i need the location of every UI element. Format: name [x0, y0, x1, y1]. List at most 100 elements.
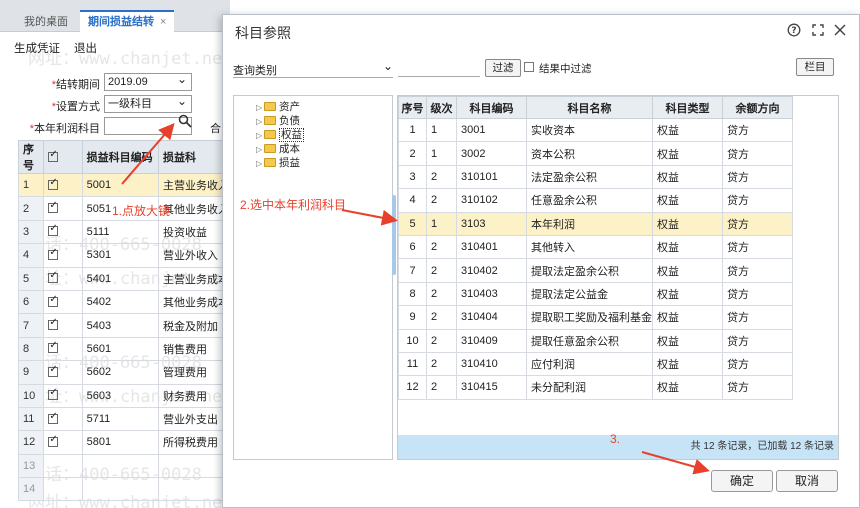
dialog-header: 科目参照 ? [223, 15, 859, 47]
close-icon[interactable] [833, 23, 847, 37]
period-select[interactable]: 2019.09 [104, 71, 192, 91]
row-checkbox[interactable] [43, 383, 83, 408]
checkbox-icon[interactable] [48, 270, 59, 284]
row-checkbox[interactable] [43, 313, 83, 338]
search-icon[interactable] [178, 114, 192, 128]
checkbox-icon[interactable] [48, 387, 59, 401]
checkbox-icon[interactable] [48, 149, 59, 162]
table-row[interactable]: 7 5403税金及附加 [17, 313, 231, 338]
row-checkbox[interactable] [43, 196, 83, 221]
table-row[interactable]: 3 2 310101 法定盈余公积 权益 贷方 [398, 164, 793, 190]
maximize-icon[interactable] [811, 23, 825, 37]
table-row[interactable]: 11 5711营业外支出 [17, 406, 231, 432]
table-row[interactable]: 9 5602管理费用 [17, 360, 231, 385]
checkbox-icon[interactable] [48, 200, 59, 214]
chevron-down-icon[interactable]: ⌄ [383, 59, 393, 73]
table-row[interactable]: 2 1 3002 资本公积 权益 贷方 [398, 141, 793, 166]
col-header-checkbox[interactable] [43, 140, 83, 174]
row-checkbox[interactable] [43, 430, 83, 455]
checkbox-icon[interactable] [48, 223, 59, 237]
account-type: 权益 [652, 281, 723, 307]
row-number: 12 [398, 375, 427, 400]
splitter-handle[interactable] [392, 195, 396, 275]
folder-icon [264, 158, 276, 167]
dialog-title: 科目参照 [235, 25, 291, 41]
tree-item[interactable]: ▷ 损益 [256, 156, 300, 170]
expand-arrow-icon[interactable]: ▷ [256, 157, 264, 171]
account-code: 5402 [81, 289, 159, 315]
table-row[interactable]: 1 5001主营业务收入 [17, 172, 231, 198]
query-category-label[interactable]: 查询类别 [233, 62, 277, 78]
account-name: 应付利润 [526, 351, 653, 377]
row-checkbox[interactable] [43, 172, 83, 198]
row-number: 7 [398, 258, 427, 283]
checkbox-icon[interactable] [48, 411, 59, 424]
table-row[interactable]: 4 5301营业外收入 [17, 243, 231, 268]
balance-direction: 贷方 [722, 375, 793, 400]
balance-direction: 贷方 [722, 117, 793, 143]
table-row[interactable]: 8 2 310403 提取法定公益金 权益 贷方 [398, 281, 793, 307]
tree-item[interactable]: ▷ 权益 [256, 128, 304, 142]
table-row[interactable]: 10 2 310409 提取任意盈余公积 权益 贷方 [398, 328, 793, 353]
row-checkbox[interactable] [43, 406, 83, 432]
row-number: 6 [398, 234, 427, 260]
exit-button[interactable]: 退出 [74, 40, 97, 56]
expand-arrow-icon[interactable]: ▷ [256, 129, 264, 143]
row-checkbox[interactable] [43, 336, 83, 362]
query-category-select[interactable] [233, 77, 393, 78]
row-checkbox[interactable] [43, 266, 83, 291]
table-row[interactable]: 5 1 3103 本年利润 权益 贷方 [398, 211, 793, 236]
table-row[interactable]: 10 5603财务费用 [17, 383, 231, 408]
row-checkbox[interactable] [43, 360, 83, 385]
checkbox-icon[interactable] [48, 177, 59, 190]
table-row[interactable]: 6 5402其他业务成本 [17, 289, 231, 315]
table-row[interactable]: 9 2 310404 提取职工奖励及福利基金 权益 贷方 [398, 305, 793, 330]
tab-my-desktop[interactable]: 我的桌面 [16, 12, 76, 32]
tree-item-label: 权益 [279, 128, 304, 142]
account-code: 5403 [81, 313, 159, 338]
empty-cell [43, 477, 83, 502]
table-row[interactable]: 1 1 3001 实收资本 权益 贷方 [398, 117, 793, 143]
account-code: 3103 [456, 211, 527, 236]
expand-arrow-icon[interactable]: ▷ [256, 115, 264, 129]
row-checkbox[interactable] [43, 289, 83, 315]
checkbox-icon[interactable] [48, 434, 59, 447]
account-type: 权益 [652, 328, 723, 353]
checkbox-icon[interactable] [48, 247, 59, 260]
filter-in-result-checkbox[interactable] [524, 62, 534, 72]
table-row[interactable]: 8 5601销售费用 [17, 336, 231, 362]
account-grid: 序号 级次 科目编码 科目名称 科目类型 余额方向 1 1 3001 实收资本 权益 贷方… [397, 95, 839, 460]
tree-item[interactable]: ▷ 成本 [256, 142, 300, 156]
filter-button[interactable]: 过滤 [485, 59, 521, 77]
table-row[interactable]: 7 2 310402 提取法定盈余公积 权益 贷方 [398, 258, 793, 283]
help-icon[interactable]: ? [787, 23, 801, 37]
checkbox-icon[interactable] [48, 294, 59, 307]
tree-item[interactable]: ▷ 负债 [256, 114, 300, 128]
filter-input[interactable] [398, 57, 480, 77]
tree-item[interactable]: ▷ 资产 [256, 100, 300, 114]
account-type: 权益 [652, 258, 723, 283]
account-name: 提取职工奖励及福利基金 [526, 305, 653, 330]
table-row[interactable]: 3 5111投资收益 [17, 219, 231, 245]
account-name: 营业外支出 [157, 406, 231, 432]
table-row[interactable]: 11 2 310410 应付利润 权益 贷方 [398, 351, 793, 377]
expand-arrow-icon[interactable]: ▷ [256, 143, 264, 157]
ok-button[interactable]: 确定 [711, 470, 773, 492]
row-checkbox[interactable] [43, 243, 83, 268]
generate-voucher-button[interactable]: 生成凭证 [14, 40, 60, 56]
table-row[interactable]: 6 2 310401 其他转入 权益 贷方 [398, 234, 793, 260]
checkbox-icon[interactable] [48, 317, 59, 331]
row-checkbox[interactable] [43, 219, 83, 245]
table-row[interactable]: 4 2 310102 任意盈余公积 权益 贷方 [398, 188, 793, 213]
columns-button[interactable]: 栏目 [796, 58, 834, 76]
table-row[interactable]: 12 2 310415 未分配利润 权益 贷方 [398, 375, 793, 400]
expand-arrow-icon[interactable]: ▷ [256, 101, 264, 115]
checkbox-icon[interactable] [48, 364, 59, 377]
mode-select[interactable]: 一级科目 [104, 93, 192, 113]
table-row[interactable]: 12 5801所得税费用 [17, 430, 231, 455]
tab-period-pl-transfer[interactable]: 期间损益结转 × [80, 10, 175, 32]
close-icon[interactable]: × [160, 16, 166, 28]
cancel-button[interactable]: 取消 [776, 470, 838, 492]
table-row[interactable]: 5 5401主营业务成本 [17, 266, 231, 291]
checkbox-icon[interactable] [48, 340, 59, 354]
